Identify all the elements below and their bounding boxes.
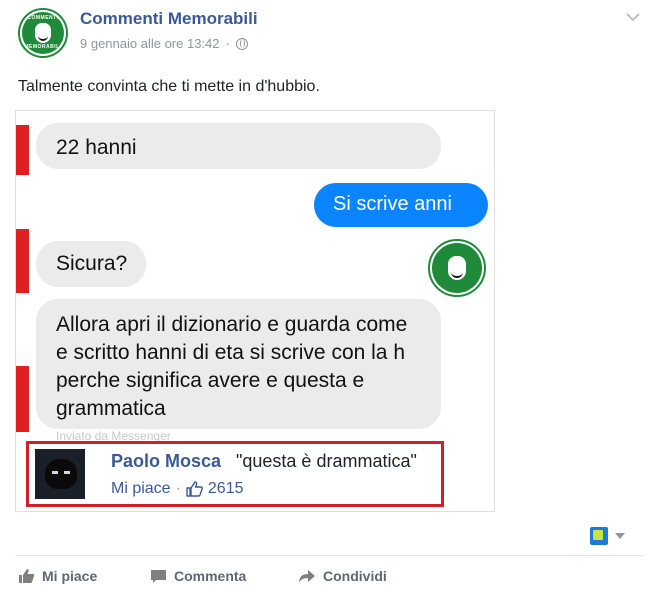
chevron-down-icon[interactable] xyxy=(624,8,642,26)
share-arrow-icon xyxy=(299,569,315,583)
comment-separator: · xyxy=(175,480,181,497)
commenter-name[interactable]: Paolo Mosca xyxy=(111,451,221,472)
comment-like-count: 2615 xyxy=(207,480,244,497)
red-marker xyxy=(16,229,29,293)
red-marker xyxy=(16,125,29,175)
commenter-avatar[interactable] xyxy=(35,449,85,499)
watermark-face-icon xyxy=(448,256,466,280)
comment-actions: Mi piace · 2615 xyxy=(111,480,244,498)
mask-eye xyxy=(52,471,58,474)
page-name-link[interactable]: Commenti Memorabili xyxy=(80,9,258,29)
logo-top-text: COMMENTI xyxy=(27,15,59,21)
thumbs-up-icon xyxy=(186,481,203,497)
red-marker xyxy=(16,366,29,432)
batman-mask-icon xyxy=(45,459,77,489)
comment-label: Commenta xyxy=(174,568,247,584)
post-meta: 9 gennaio alle ore 13:42 · xyxy=(80,36,248,51)
comment-bubble-icon xyxy=(151,569,166,583)
meta-separator: · xyxy=(225,36,230,51)
watermark-emblem-icon xyxy=(432,243,482,293)
post-text: Talmente convinta che ti mette in d'hubb… xyxy=(18,78,320,95)
like-label: Mi piace xyxy=(42,568,98,584)
reaction-app-icon[interactable] xyxy=(590,527,608,545)
chat-bubble-received: Sicura? xyxy=(36,241,146,287)
globe-icon xyxy=(235,37,248,50)
chat-bubble-received: Allora apri il dizionario e guarda come … xyxy=(36,299,441,429)
post-image[interactable]: 22 hanni Si scrive anni Sicura? Allora a… xyxy=(15,110,495,512)
chat-bubble-sent: Si scrive anni xyxy=(314,183,488,227)
thumbs-up-icon xyxy=(19,569,35,583)
logo-bottom-text: MEMORABILI xyxy=(24,44,62,50)
comment-text: "questa è drammatica" xyxy=(236,451,417,471)
watermark-logo xyxy=(428,239,486,297)
like-button[interactable]: Mi piace xyxy=(18,568,97,584)
post-timestamp[interactable]: 9 gennaio alle ore 13:42 xyxy=(80,36,220,51)
mask-eye xyxy=(64,471,70,474)
comment-like-link[interactable]: Mi piace xyxy=(111,480,171,498)
share-button[interactable]: Condividi xyxy=(298,568,387,584)
divider xyxy=(15,555,643,556)
chat-bubble-received: 22 hanni xyxy=(36,123,441,169)
logo-face-icon xyxy=(35,23,51,43)
comment-button[interactable]: Commenta xyxy=(150,568,246,584)
logo-emblem-icon: COMMENTI MEMORABILI xyxy=(22,12,64,54)
share-label: Condividi xyxy=(323,568,387,584)
caret-down-icon[interactable] xyxy=(615,533,625,539)
page-avatar[interactable]: COMMENTI MEMORABILI xyxy=(18,8,68,58)
